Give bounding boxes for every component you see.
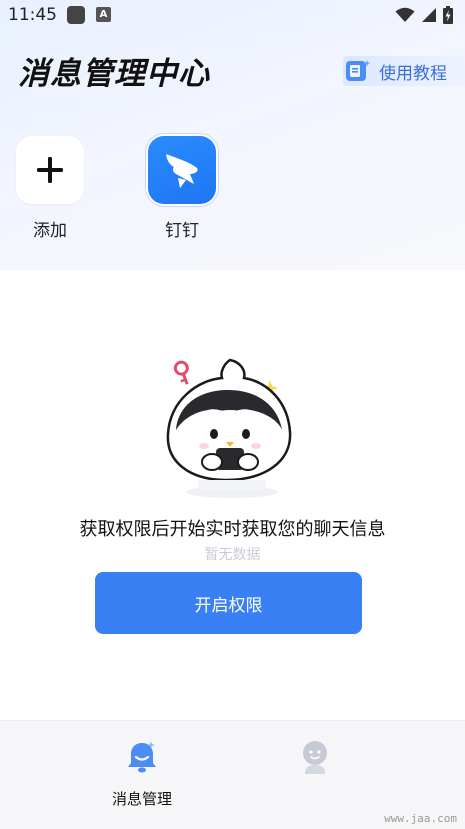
status-bar: 11:45 A [0,0,465,32]
bottom-navigation: 消息管理 www.jaa.com [0,720,465,829]
tutorial-label: 使用教程 [379,63,447,84]
book-icon [346,60,371,81]
status-indicators [395,4,453,26]
bell-icon [128,741,156,773]
nav-item-profile[interactable] [275,739,355,788]
tutorial-button[interactable]: 使用教程 [343,56,465,86]
notification-app-icon [67,6,85,24]
signal-icon [422,8,436,22]
penguin-mascot-illustration [166,358,292,498]
nav-label-message-management: 消息管理 [111,790,172,808]
add-app-label: 添加 [33,221,67,241]
notification-a-icon: A [96,7,111,22]
status-time: 11:45 [8,5,57,25]
battery-icon [443,6,453,24]
empty-state-subtitle: 暂无数据 [204,547,261,563]
enable-permission-button[interactable]: 开启权限 [95,572,362,634]
nav-item-message-management[interactable]: 消息管理 [102,739,182,809]
wifi-icon [395,7,415,22]
dingtalk-app-label: 钉钉 [165,221,199,241]
add-app-tile[interactable]: 添加 [15,136,85,241]
watermark: www.jaa.com [384,812,457,825]
plus-icon [37,157,63,183]
dingtalk-app-button[interactable] [148,136,216,204]
dingtalk-icon [166,154,198,188]
add-app-button[interactable] [16,136,84,204]
profile-icon [303,741,327,774]
page-title: 消息管理中心 [18,56,210,92]
empty-state-title: 获取权限后开始实时获取您的聊天信息 [79,519,386,540]
dingtalk-app-tile[interactable]: 钉钉 [147,136,217,241]
